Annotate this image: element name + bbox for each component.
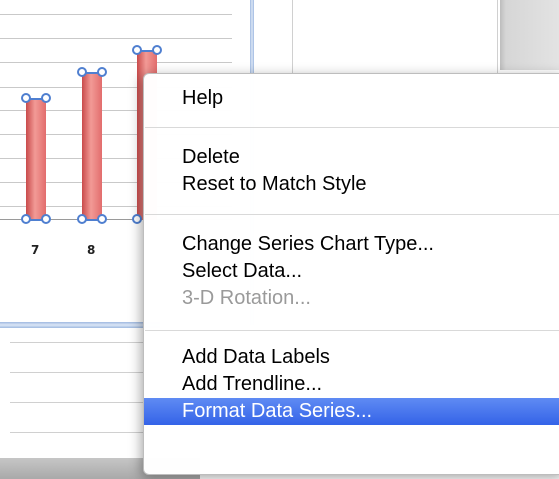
- row-divider: [10, 372, 160, 373]
- excel-window: 7 8 Help Delete Reset to Match Style Cha…: [0, 0, 559, 479]
- menu-item-reset-to-match-style[interactable]: Reset to Match Style: [144, 171, 559, 198]
- selection-handle[interactable]: [77, 214, 87, 224]
- menu-item-change-series-chart-type[interactable]: Change Series Chart Type...: [144, 231, 559, 258]
- selection-handle[interactable]: [41, 214, 51, 224]
- gridline: [0, 38, 232, 39]
- menu-item-add-trendline[interactable]: Add Trendline...: [144, 371, 559, 398]
- gridline: [0, 62, 232, 63]
- selection-handle[interactable]: [21, 214, 31, 224]
- menu-item-add-data-labels[interactable]: Add Data Labels: [144, 344, 559, 371]
- menu-item-delete[interactable]: Delete: [144, 144, 559, 171]
- row-divider: [10, 432, 160, 433]
- category-label: 8: [87, 243, 96, 257]
- menu-item-format-data-series[interactable]: Format Data Series...: [144, 398, 559, 425]
- context-menu: Help Delete Reset to Match Style Change …: [143, 73, 559, 475]
- row-divider: [10, 402, 160, 403]
- gridline: [0, 14, 232, 15]
- selection-handle[interactable]: [152, 45, 162, 55]
- data-bar-8[interactable]: [82, 72, 102, 220]
- menu-item-select-data[interactable]: Select Data...: [144, 258, 559, 285]
- menu-item-3d-rotation: 3-D Rotation...: [182, 287, 311, 309]
- selection-handle[interactable]: [97, 214, 107, 224]
- menu-separator: [145, 330, 559, 331]
- menu-separator: [145, 214, 559, 215]
- selection-handle[interactable]: [132, 45, 142, 55]
- menu-separator: [145, 127, 559, 128]
- row-divider: [10, 342, 160, 343]
- selection-handle[interactable]: [41, 93, 51, 103]
- panel-edge: [500, 0, 559, 70]
- category-label: 7: [31, 243, 40, 257]
- selection-handle[interactable]: [97, 67, 107, 77]
- selection-handle[interactable]: [21, 93, 31, 103]
- selection-handle[interactable]: [132, 214, 142, 224]
- selection-handle[interactable]: [77, 67, 87, 77]
- data-bar-7[interactable]: [26, 98, 46, 220]
- chart-bottom-border: [0, 322, 160, 328]
- menu-item-help[interactable]: Help: [144, 85, 559, 112]
